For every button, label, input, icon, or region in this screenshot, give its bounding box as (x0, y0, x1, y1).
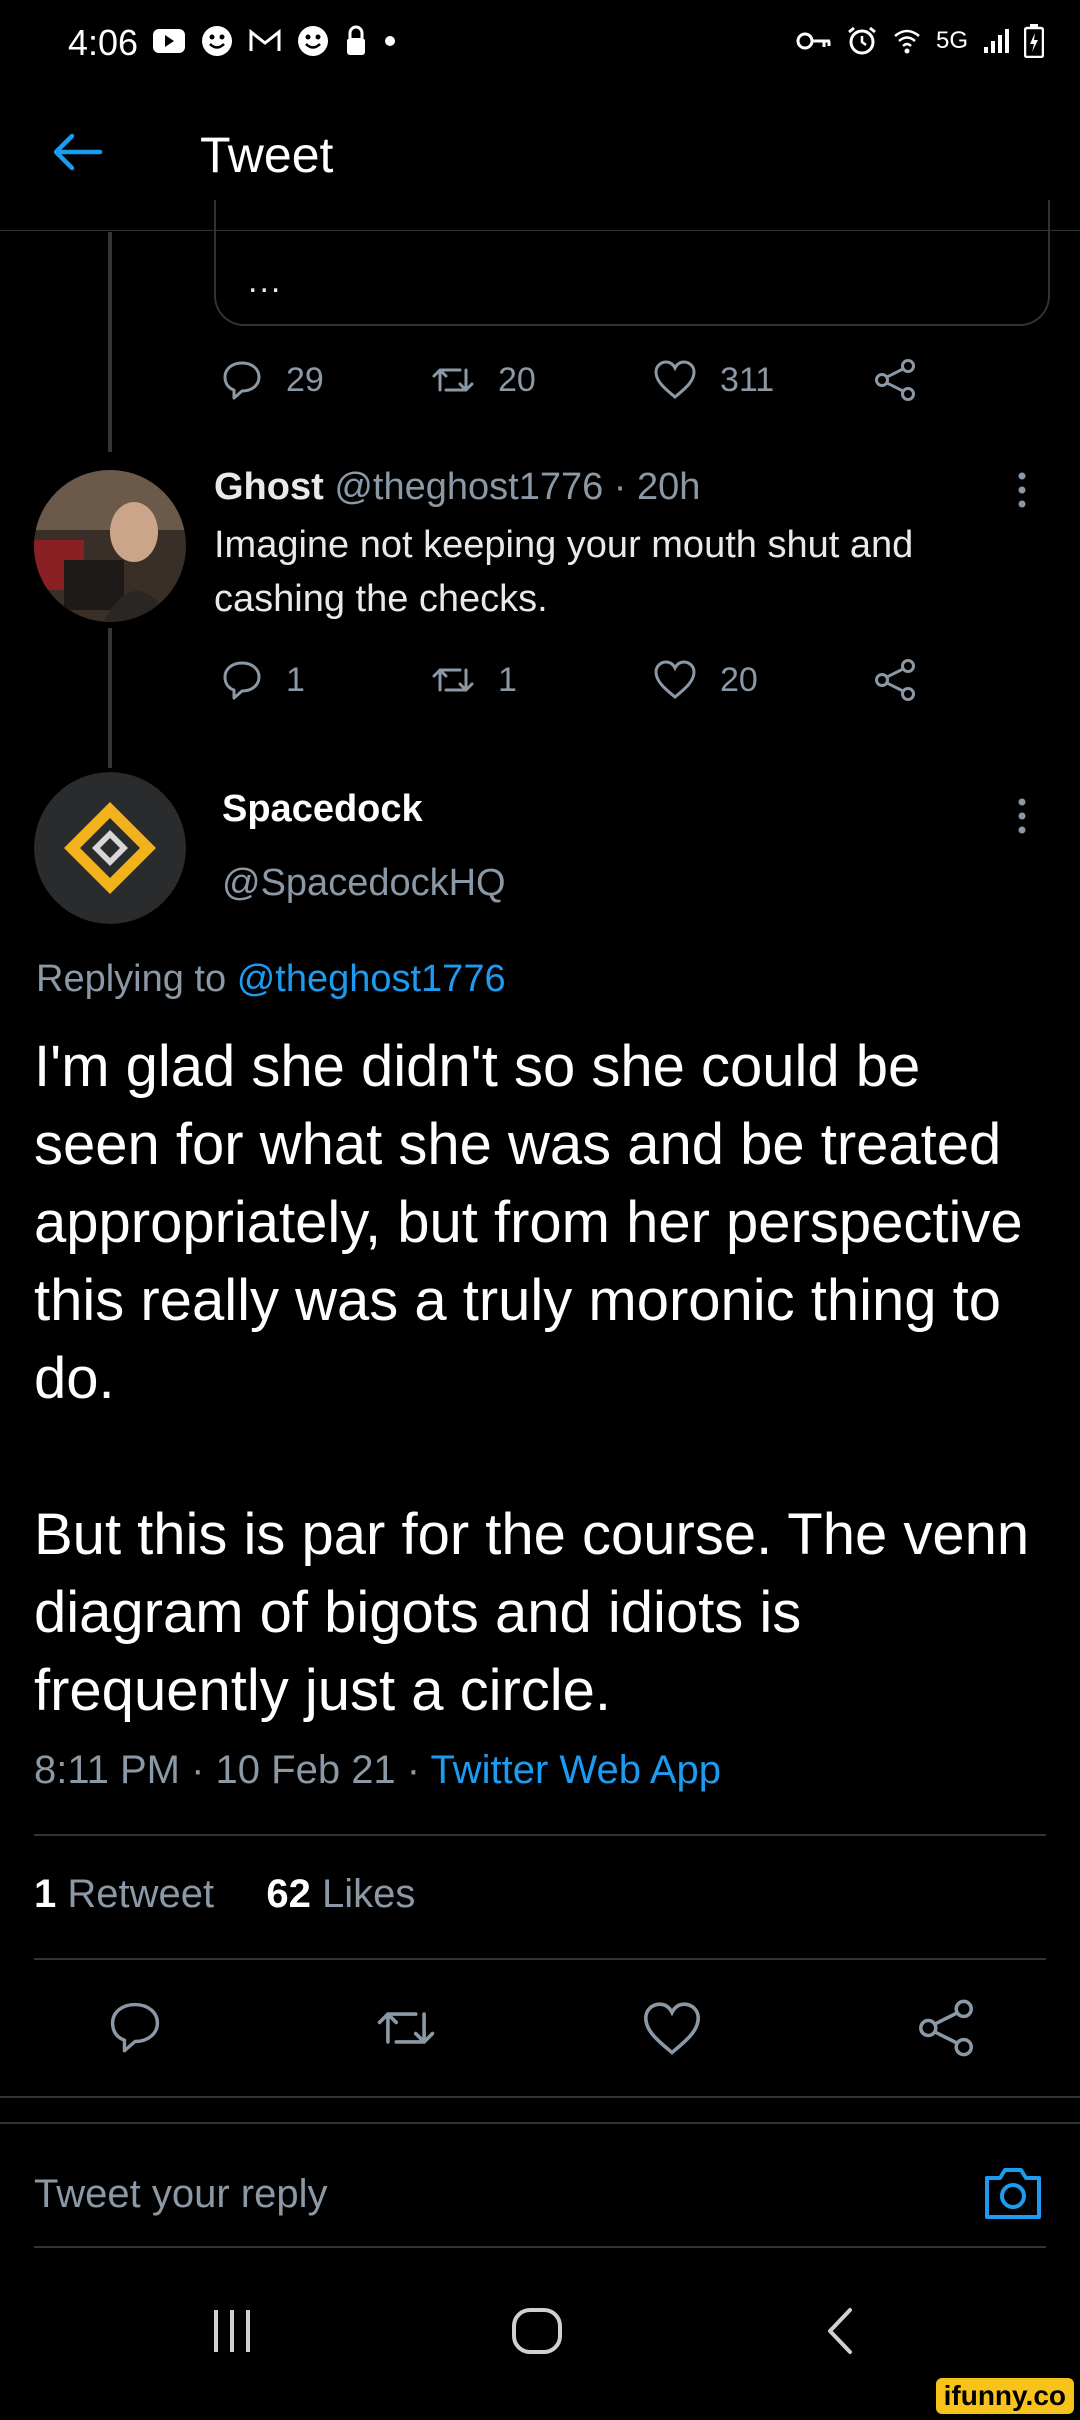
share-button[interactable] (872, 658, 918, 702)
share-button[interactable] (914, 1998, 978, 2058)
ghost-tweet-actions: 1 1 20 (220, 658, 918, 702)
author-handle[interactable]: @SpacedockHQ (222, 862, 506, 905)
system-nav-bar (0, 2250, 1080, 2420)
smiley-icon (200, 24, 234, 58)
reply-button[interactable] (104, 1998, 166, 2056)
tweet-stats: 1 Retweet 62 Likes (34, 1872, 415, 1917)
smiley-icon (296, 24, 330, 58)
thread-line (108, 628, 112, 768)
home-icon[interactable] (510, 2306, 564, 2356)
heart-icon (652, 659, 698, 701)
share-icon (872, 358, 918, 402)
gmail-icon (248, 28, 282, 54)
alarm-icon (846, 25, 878, 57)
avatar[interactable] (34, 772, 186, 924)
quoted-ellipsis: ... (248, 262, 283, 300)
retweet-icon (430, 660, 476, 700)
parent-tweet-actions: 29 20 311 (220, 358, 918, 402)
reply-input[interactable]: Tweet your reply (34, 2172, 327, 2217)
youtube-icon (152, 28, 186, 54)
heart-icon (643, 2002, 701, 2055)
header-divider (0, 230, 1080, 231)
reply-icon (220, 358, 264, 402)
dot-icon (382, 33, 398, 49)
battery-icon (1024, 24, 1044, 58)
tweet-text: Imagine not keeping your mouth shut and … (214, 524, 914, 620)
like-button[interactable]: 311 (652, 359, 872, 401)
share-icon (872, 658, 918, 702)
spacedock-logo-icon (34, 772, 186, 924)
retweet-button[interactable] (374, 2000, 438, 2056)
lock-icon (344, 24, 368, 58)
like-button[interactable]: 20 (652, 659, 872, 701)
thread-line (108, 232, 112, 452)
tweet-paragraph: I'm glad she didn't so she could be seen… (34, 1034, 1023, 1411)
divider (34, 1834, 1046, 1836)
author-name[interactable]: Ghost (214, 466, 324, 508)
share-icon (919, 1999, 973, 2057)
tweet-timestamp: 8:11 PM · 10 Feb 21 · (34, 1748, 431, 1792)
wifi-icon (892, 26, 922, 56)
divider (0, 2096, 1080, 2098)
reply-button[interactable]: 1 (220, 658, 430, 702)
reply-count: 29 (286, 360, 324, 399)
divider (34, 2246, 1046, 2248)
reply-button[interactable]: 29 (220, 358, 430, 402)
recent-apps-icon[interactable] (210, 2306, 254, 2356)
retweet-count: 20 (498, 360, 536, 399)
tweet-source-link[interactable]: Twitter Web App (431, 1748, 722, 1792)
replying-to: Replying to @theghost1776 (36, 958, 506, 1000)
like-button[interactable] (640, 2000, 704, 2058)
retweet-icon (430, 360, 476, 400)
status-time: 4:06 (68, 22, 139, 63)
author-handle-time: @theghost1776 · 20h (334, 466, 701, 508)
network-label: 5G (935, 27, 968, 54)
like-count: 311 (720, 360, 775, 399)
page-title: Tweet (200, 127, 334, 183)
retweets-stat[interactable]: 1 Retweet (34, 1872, 214, 1916)
tweet-meta: 8:11 PM · 10 Feb 21 · Twitter Web App (34, 1748, 721, 1793)
divider (0, 2122, 1080, 2124)
retweet-button[interactable]: 1 (430, 660, 652, 700)
retweet-count: 1 (498, 660, 517, 699)
heart-icon (652, 359, 698, 401)
avatar[interactable] (34, 470, 186, 622)
tweet-paragraph: But this is par for the course. The venn… (34, 1502, 1030, 1723)
tweet-text: I'm glad she didn't so she could be seen… (34, 1028, 1044, 1730)
share-button[interactable] (872, 358, 918, 402)
reply-count: 1 (286, 660, 305, 699)
back-icon[interactable] (822, 2306, 858, 2356)
likes-stat[interactable]: 62 Likes (266, 1872, 415, 1916)
status-bar: 4:06 5G (0, 0, 1080, 90)
divider (34, 1958, 1046, 1960)
signal-icon (982, 27, 1010, 55)
key-icon (796, 29, 832, 53)
replying-to-link[interactable]: @theghost1776 (237, 958, 506, 1000)
back-arrow-icon[interactable] (50, 132, 104, 172)
camera-icon[interactable] (982, 2164, 1044, 2222)
watermark: ifunny.co (935, 2378, 1074, 2414)
more-options-icon[interactable] (1012, 470, 1032, 510)
reply-icon (110, 2002, 160, 2053)
reply-icon (220, 658, 264, 702)
retweet-icon (377, 2012, 435, 2044)
more-options-icon[interactable] (1012, 796, 1032, 836)
author-name[interactable]: Spacedock (222, 788, 423, 831)
quoted-tweet-card[interactable]: ... (214, 200, 1050, 326)
retweet-button[interactable]: 20 (430, 360, 652, 400)
like-count: 20 (720, 660, 758, 699)
